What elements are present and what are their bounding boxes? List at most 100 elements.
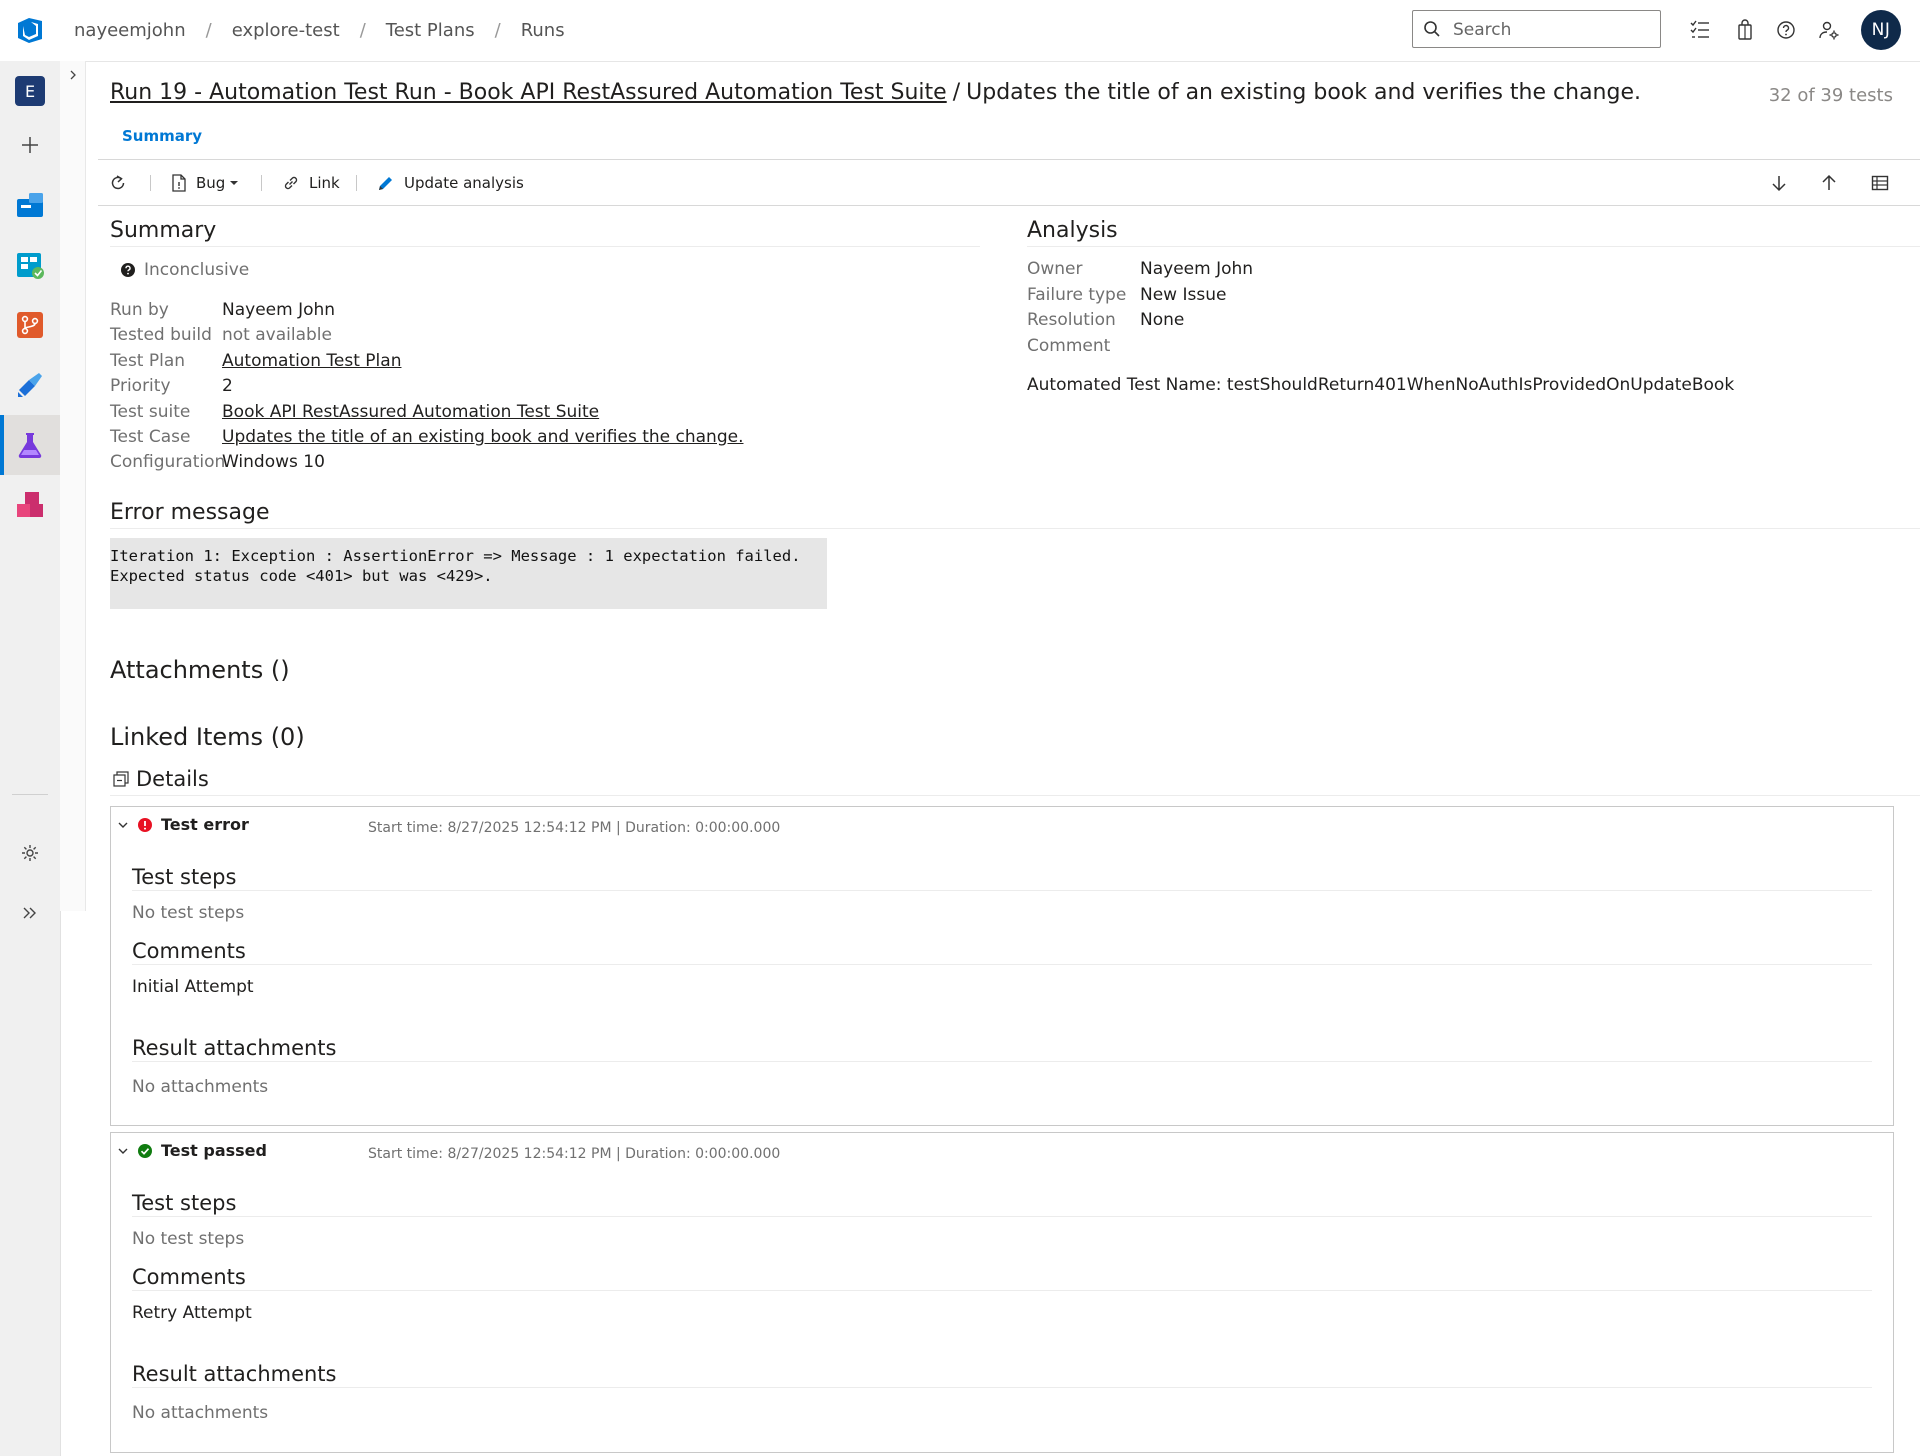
update-analysis-button[interactable]: Update analysis (376, 160, 524, 205)
result-card-passed: Test passed Start time: 8/27/2025 12:54:… (110, 1132, 1894, 1453)
arrow-up-icon (1822, 174, 1836, 190)
task-list-icon[interactable] (1688, 18, 1712, 42)
tab-summary[interactable]: Summary (122, 127, 202, 145)
nav-boards[interactable] (0, 235, 60, 295)
top-bar: nayeemjohn / explore-test / Test Plans /… (0, 0, 1920, 62)
collapse-all-icon (113, 771, 129, 787)
breadcrumb-separator: / (359, 20, 366, 41)
run-by-label: Run by (110, 300, 169, 320)
shopping-bag-icon[interactable] (1733, 18, 1757, 42)
user-settings-icon[interactable] (1817, 18, 1841, 42)
nav-new[interactable] (0, 115, 60, 175)
result-attachments-text: No attachments (132, 1403, 269, 1423)
test-plans-icon (18, 433, 42, 459)
error-message-box: Iteration 1: Exception : AssertionError … (110, 538, 827, 609)
section-rule (132, 1216, 1872, 1217)
outcome-label: Inconclusive (144, 260, 250, 280)
breadcrumb-org[interactable]: nayeemjohn (74, 20, 186, 41)
nav-pipelines[interactable] (0, 355, 60, 415)
nav-artifacts[interactable] (0, 475, 60, 535)
outcome-status: Inconclusive (120, 260, 249, 280)
search-box[interactable] (1412, 10, 1661, 48)
question-circle-icon (121, 263, 135, 277)
double-chevron-right-icon (23, 907, 36, 919)
refresh-button[interactable] (108, 160, 136, 205)
summary-heading: Summary (110, 218, 217, 243)
result-header[interactable]: Test passed (117, 1141, 267, 1160)
test-steps-text: No test steps (132, 1229, 245, 1249)
resolution-label: Resolution (1027, 310, 1116, 330)
run-by-value: Nayeem John (222, 300, 336, 320)
failure-type-label: Failure type (1027, 285, 1127, 305)
test-suite-label: Test suite (110, 402, 191, 422)
chevron-down-icon (118, 1148, 128, 1154)
result-status: Test passed (161, 1141, 267, 1160)
owner-value: Nayeem John (1140, 259, 1254, 279)
breadcrumb-runs[interactable]: Runs (521, 20, 565, 41)
table-pane-icon (1871, 175, 1889, 190)
details-label: Details (136, 767, 209, 791)
result-status: Test error (161, 815, 249, 834)
breadcrumb-test-plans[interactable]: Test Plans (386, 20, 475, 41)
analysis-rule (1027, 246, 1920, 247)
comments-heading: Comments (132, 939, 246, 963)
gear-icon (22, 845, 38, 861)
nav-repos[interactable] (0, 295, 60, 355)
help-icon[interactable] (1774, 18, 1798, 42)
test-steps-heading: Test steps (132, 865, 237, 889)
test-count: 32 of 39 tests (1768, 85, 1893, 106)
details-pane-strip[interactable] (60, 61, 86, 911)
link-icon (284, 176, 298, 189)
details-toggle[interactable]: Details (112, 767, 209, 791)
linked-items-heading: Linked Items (0) (110, 723, 305, 751)
result-time: Start time: 8/27/2025 12:54:12 PM | Dura… (368, 820, 781, 836)
left-navigation: E (0, 61, 61, 1456)
bug-button-label: Bug (196, 173, 226, 192)
repos-icon (17, 312, 43, 338)
comments-heading: Comments (132, 1265, 246, 1289)
breadcrumb-project[interactable]: explore-test (232, 20, 340, 41)
automated-test-name: Automated Test Name: testShouldReturn401… (1027, 375, 1735, 395)
page-title: Run 19 - Automation Test Run - Book API … (110, 80, 1641, 105)
artifacts-icon (17, 492, 43, 517)
owner-label: Owner (1027, 259, 1083, 279)
result-attachments-text: No attachments (132, 1077, 269, 1097)
nav-project-settings[interactable] (0, 823, 60, 883)
error-line: Expected status code <401> but was <429>… (110, 567, 493, 585)
title-separator: / (952, 80, 961, 105)
section-rule (132, 964, 1872, 965)
result-header[interactable]: Test error (117, 815, 249, 834)
toggle-pane-button[interactable] (1870, 160, 1898, 205)
tested-build-value: not available (222, 325, 332, 345)
caret-down-icon (230, 180, 239, 185)
boards-icon (17, 253, 44, 279)
tested-build-label: Tested build (110, 325, 212, 345)
section-rule (132, 1290, 1872, 1291)
failure-type-value: New Issue (1140, 285, 1227, 305)
test-title: Updates the title of an existing book an… (966, 80, 1641, 105)
chevron-right-icon[interactable] (67, 69, 79, 81)
test-plan-link[interactable]: Automation Test Plan (222, 351, 401, 371)
nav-test-plans[interactable] (0, 415, 60, 475)
configuration-label: Configuration (110, 452, 226, 472)
search-input[interactable] (1451, 17, 1655, 43)
test-suite-link[interactable]: Book API RestAssured Automation Test Sui… (222, 402, 599, 422)
toolbar-separator (356, 175, 357, 191)
error-line: Iteration 1: Exception : AssertionError … (110, 547, 801, 565)
nav-expand[interactable] (0, 883, 60, 943)
nav-overview[interactable] (0, 175, 60, 235)
avatar[interactable]: NJ (1861, 10, 1901, 50)
bug-button[interactable]: Bug (170, 160, 241, 205)
toolbar-separator (150, 175, 151, 191)
breadcrumb-separator: / (494, 20, 501, 41)
breadcrumb-separator: / (205, 20, 212, 41)
azure-devops-logo-icon[interactable] (14, 14, 46, 46)
previous-result-button[interactable] (1819, 160, 1847, 205)
link-button[interactable]: Link (281, 160, 340, 205)
test-case-link[interactable]: Updates the title of an existing book an… (222, 427, 743, 447)
toolbar-separator (261, 175, 262, 191)
run-title-link[interactable]: Run 19 - Automation Test Run - Book API … (110, 80, 947, 105)
next-result-button[interactable] (1769, 160, 1797, 205)
nav-project[interactable]: E (0, 61, 60, 121)
error-status-icon (138, 817, 152, 832)
